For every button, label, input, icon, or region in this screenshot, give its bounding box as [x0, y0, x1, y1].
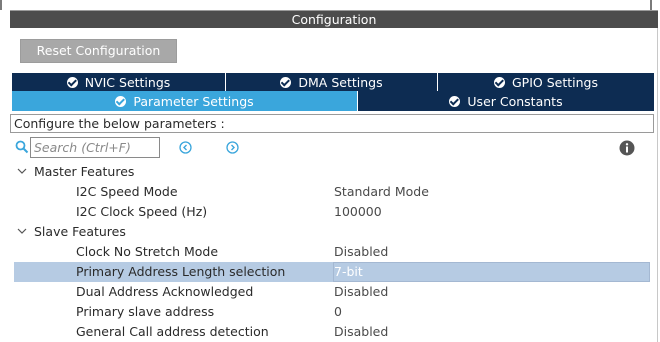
- check-circle-icon: [449, 95, 461, 107]
- top-strip: [0, 0, 660, 10]
- param-value: Standard Mode: [334, 184, 429, 199]
- check-circle-icon: [115, 95, 127, 107]
- group-label: Slave Features: [34, 224, 126, 239]
- param-value: 0: [334, 304, 342, 319]
- next-icon[interactable]: [226, 141, 239, 154]
- check-circle-icon: [280, 76, 292, 88]
- parameters-info-text: Configure the below parameters :: [10, 114, 654, 133]
- previous-icon[interactable]: [179, 141, 192, 154]
- param-label: I2C Clock Speed (Hz): [76, 204, 208, 219]
- tab-label: DMA Settings: [298, 74, 383, 90]
- param-label: Primary slave address: [76, 304, 215, 319]
- search-icon: [15, 140, 29, 154]
- group-slave-features[interactable]: Slave Features: [14, 222, 214, 242]
- tab-parameter-settings[interactable]: Parameter Settings: [12, 91, 358, 111]
- param-row[interactable]: Clock No Stretch Mode Disabled: [14, 242, 650, 262]
- settings-tabs-row-2: Parameter Settings User Constants: [12, 91, 654, 111]
- tab-label: User Constants: [467, 93, 563, 109]
- tab-label: Parameter Settings: [133, 93, 254, 109]
- window-edge-left: [0, 0, 2, 10]
- param-label: Dual Address Acknowledged: [76, 284, 254, 299]
- check-circle-icon: [66, 76, 78, 88]
- param-label: Clock No Stretch Mode: [76, 244, 219, 259]
- tab-nvic-settings[interactable]: NVIC Settings: [12, 73, 226, 91]
- window-edge-right: [650, 0, 652, 10]
- tab-label: GPIO Settings: [512, 74, 598, 90]
- panel-title: Configuration: [291, 12, 377, 27]
- tab-label: NVIC Settings: [84, 74, 171, 90]
- param-value: Disabled: [334, 244, 389, 259]
- configuration-title-bar: Configuration: [10, 10, 658, 28]
- param-label: Primary Address Length selection: [76, 264, 286, 279]
- tab-gpio-settings[interactable]: GPIO Settings: [438, 73, 654, 91]
- tab-user-constants[interactable]: User Constants: [358, 91, 654, 111]
- info-icon[interactable]: [619, 140, 635, 156]
- search-input[interactable]: [30, 137, 160, 158]
- param-row[interactable]: General Call address detection Disabled: [14, 322, 650, 342]
- group-label: Master Features: [34, 164, 135, 179]
- settings-tabs-row-1: NVIC Settings DMA Settings GPIO Settings: [12, 73, 654, 91]
- param-row[interactable]: I2C Clock Speed (Hz) 100000: [14, 202, 650, 222]
- check-circle-icon: [494, 76, 505, 88]
- param-value: 100000: [334, 204, 382, 219]
- param-value: Disabled: [334, 284, 389, 299]
- param-value: 7-bit: [334, 264, 363, 279]
- param-label: I2C Speed Mode: [76, 184, 178, 199]
- chevron-down-icon: [17, 228, 27, 234]
- param-row-selected[interactable]: Primary Address Length selection 7-bit: [14, 262, 650, 282]
- chevron-down-icon: [17, 168, 27, 174]
- param-value: Disabled: [334, 324, 389, 339]
- param-label: General Call address detection: [76, 324, 269, 339]
- group-master-features[interactable]: Master Features: [14, 162, 214, 182]
- param-value-field[interactable]: [333, 262, 650, 282]
- tab-dma-settings[interactable]: DMA Settings: [226, 73, 438, 91]
- param-row[interactable]: Primary slave address 0: [14, 302, 650, 322]
- reset-configuration-button[interactable]: Reset Configuration: [20, 39, 177, 63]
- param-row[interactable]: Dual Address Acknowledged Disabled: [14, 282, 650, 302]
- param-row[interactable]: I2C Speed Mode Standard Mode: [14, 182, 650, 202]
